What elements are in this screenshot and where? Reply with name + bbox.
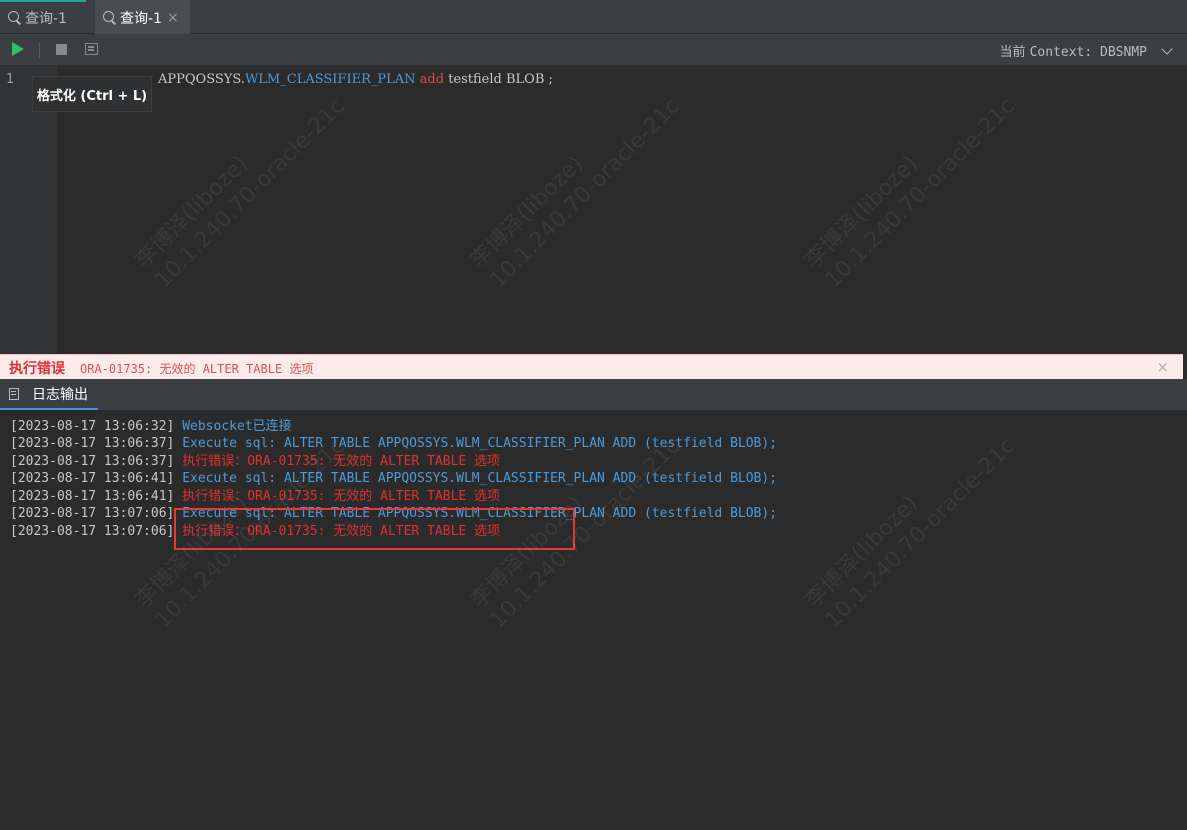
editor-toolbar: 当前 Context: DBSNMP bbox=[0, 34, 1187, 66]
log-text: 执行错误：ORA-01735: 无效的 ALTER TABLE 选项 bbox=[182, 489, 501, 504]
log-text: Execute sql: ALTER TABLE APPQOSSYS.WLM_C… bbox=[182, 471, 778, 486]
close-icon[interactable]: × bbox=[1156, 358, 1169, 376]
context-prefix: 当前 bbox=[999, 45, 1026, 60]
document-icon bbox=[9, 387, 19, 400]
log-text: 执行错误：ORA-01735: 无效的 ALTER TABLE 选项 bbox=[182, 454, 501, 469]
log-timestamp: [2023-08-17 13:06:41] bbox=[10, 489, 175, 504]
search-icon bbox=[8, 11, 22, 25]
line-number: 1 bbox=[6, 72, 14, 87]
code-table: WLM_CLASSIFIER_PLAN bbox=[244, 72, 416, 87]
log-timestamp: [2023-08-17 13:07:06] bbox=[10, 524, 175, 539]
context-selector[interactable]: 当前 Context: DBSNMP bbox=[999, 41, 1147, 60]
log-line: [2023-08-17 13:06:41] Execute sql: ALTER… bbox=[10, 470, 777, 487]
error-message: ORA-01735: 无效的 ALTER TABLE 选项 bbox=[80, 362, 314, 376]
highlight-annotation bbox=[174, 508, 575, 550]
log-output[interactable]: [2023-08-17 13:06:32] Websocket已连接 [2023… bbox=[0, 410, 1187, 830]
log-tab-bar: 日志输出 bbox=[0, 379, 1187, 410]
tab-query-1-active[interactable]: 查询-1 × bbox=[95, 0, 190, 34]
code-line[interactable]: APPQOSSYS.WLM_CLASSIFIER_PLAN add testfi… bbox=[158, 72, 553, 87]
tab-log-output[interactable]: 日志输出 bbox=[0, 379, 98, 410]
query-tab-bar: 查询-1 查询-1 × bbox=[0, 0, 1187, 34]
log-line: [2023-08-17 13:06:37] 执行错误：ORA-01735: 无效… bbox=[10, 453, 500, 470]
tab-label: 日志输出 bbox=[32, 386, 88, 403]
format-tooltip: 格式化 (Ctrl + L) bbox=[32, 76, 152, 112]
run-icon[interactable] bbox=[12, 42, 24, 56]
explain-plan-icon[interactable] bbox=[85, 43, 98, 55]
log-timestamp: [2023-08-17 13:06:41] bbox=[10, 471, 175, 486]
tab-label: 查询-1 bbox=[25, 11, 67, 27]
log-line: [2023-08-17 13:06:41] 执行错误：ORA-01735: 无效… bbox=[10, 488, 500, 505]
stop-icon[interactable] bbox=[56, 44, 67, 55]
chevron-down-icon[interactable] bbox=[1161, 43, 1173, 55]
log-text: Execute sql: ALTER TABLE APPQOSSYS.WLM_C… bbox=[182, 436, 778, 451]
error-banner: 执行错误 ORA-01735: 无效的 ALTER TABLE 选项 × bbox=[0, 354, 1183, 379]
toolbar-divider bbox=[39, 42, 40, 58]
context-label: Context: DBSNMP bbox=[1029, 45, 1147, 60]
log-timestamp: [2023-08-17 13:06:37] bbox=[10, 454, 175, 469]
log-timestamp: [2023-08-17 13:06:37] bbox=[10, 436, 175, 451]
tab-query-1[interactable]: 查询-1 bbox=[0, 0, 86, 34]
tab-label: 查询-1 bbox=[120, 11, 162, 27]
code-schema: APPQOSSYS. bbox=[158, 72, 245, 87]
error-title: 执行错误 bbox=[9, 361, 65, 377]
search-icon bbox=[103, 11, 117, 25]
code-keyword-add: add bbox=[419, 72, 445, 87]
code-rest: testfield BLOB ; bbox=[444, 72, 553, 87]
sql-editor[interactable]: 1 APPQOSSYS.WLM_CLASSIFIER_PLAN add test… bbox=[0, 66, 1187, 354]
log-timestamp: [2023-08-17 13:07:06] bbox=[10, 506, 175, 521]
log-timestamp: [2023-08-17 13:06:32] bbox=[10, 419, 175, 434]
close-icon[interactable]: × bbox=[167, 10, 179, 26]
log-line: [2023-08-17 13:06:37] Execute sql: ALTER… bbox=[10, 435, 777, 452]
log-text: Websocket已连接 bbox=[182, 419, 292, 434]
log-line: [2023-08-17 13:06:32] Websocket已连接 bbox=[10, 418, 292, 435]
